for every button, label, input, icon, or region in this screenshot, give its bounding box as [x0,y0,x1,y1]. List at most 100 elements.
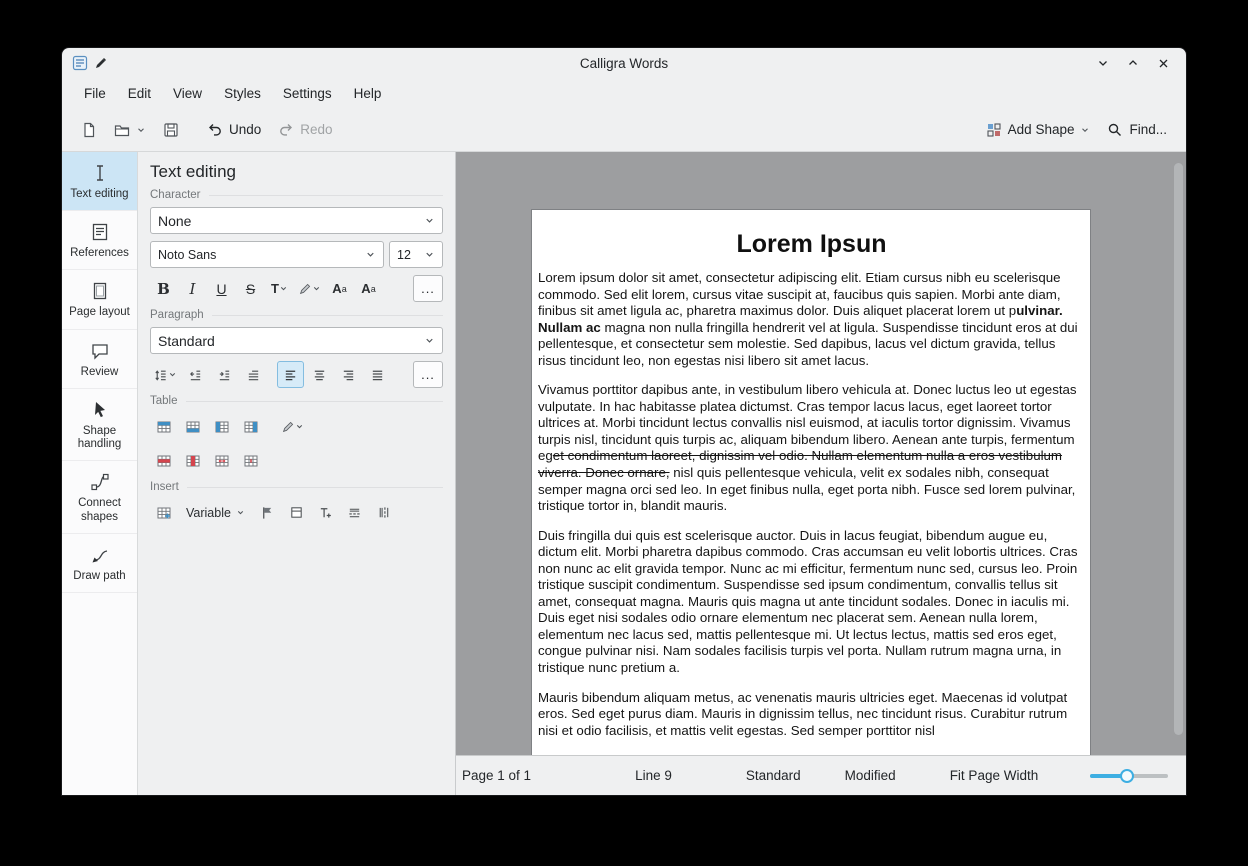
new-document-button[interactable] [74,115,104,145]
chevron-down-icon [424,215,435,226]
close-button[interactable] [1150,52,1176,74]
font-family-dropdown[interactable]: Noto Sans [150,241,384,268]
document-paragraph[interactable]: Vivamus porttitor dapibus ante, in vesti… [538,382,1085,514]
delete-column-button[interactable] [179,447,206,474]
bold-button[interactable]: B [150,275,177,302]
insert-column-right-button[interactable] [237,413,264,440]
merge-cells-button[interactable] [208,447,235,474]
find-label: Find... [1129,122,1167,137]
tab-label: Review [81,366,119,379]
title-bar[interactable]: Calligra Words [62,48,1186,78]
align-left-icon [283,367,298,382]
superscript-button[interactable]: Aa [326,275,353,302]
indent-increase-button[interactable] [211,361,238,388]
line-spacing-icon [153,367,168,382]
align-center-button[interactable] [306,361,333,388]
font-size-value: 12 [397,248,411,262]
tab-connect-shapes[interactable]: Connect shapes [62,461,137,533]
italic-button[interactable]: I [179,275,206,302]
menu-styles[interactable]: Styles [214,83,271,104]
document-canvas[interactable]: Lorem Ipsun Lorem ipsum dolor sit amet, … [456,152,1186,755]
delete-row-button[interactable] [150,447,177,474]
paragraph-style-dropdown[interactable]: Standard [150,327,443,354]
page-break-button[interactable] [341,499,368,526]
menu-edit[interactable]: Edit [118,83,161,104]
zoom-slider[interactable] [1090,767,1168,785]
paragraph-style-value: Standard [158,333,215,349]
tab-text-editing[interactable]: Text editing [62,152,137,211]
font-size-dropdown[interactable]: 12 [389,241,443,268]
insert-table-button[interactable] [150,499,177,526]
document-paragraph[interactable]: Mauris bibendum aliquam metus, ac venena… [538,690,1085,740]
change-case-button[interactable]: T [266,275,293,302]
delete-row-icon [156,453,172,469]
document-page[interactable]: Lorem Ipsun Lorem ipsum dolor sit amet, … [532,210,1090,755]
document-title[interactable]: Lorem Ipsun [538,230,1085,259]
insert-column-left-icon [214,419,230,435]
align-justify-button[interactable] [364,361,391,388]
underline-button[interactable]: U [208,275,235,302]
column-break-icon [376,505,391,520]
tab-label: Text editing [70,188,128,201]
main-toolbar: Undo Redo Add Shape Find.. [62,108,1186,152]
first-line-indent-button[interactable] [240,361,267,388]
more-paragraph-options-button[interactable]: ... [413,361,443,388]
align-left-button[interactable] [277,361,304,388]
menu-file[interactable]: File [74,83,116,104]
status-bar: Page 1 of 1 Line 9 Standard Modified Fit… [456,755,1186,795]
superscript-letter: A [332,281,341,296]
character-style-value: None [158,213,191,229]
maximize-button[interactable] [1120,52,1146,74]
menu-view[interactable]: View [163,83,212,104]
change-case-glyph: T [271,281,279,296]
align-right-button[interactable] [335,361,362,388]
character-style-dropdown[interactable]: None [150,207,443,234]
scrollbar-thumb[interactable] [1174,163,1183,735]
indent-decrease-button[interactable] [182,361,209,388]
footnote-button[interactable] [312,499,339,526]
undo-button[interactable]: Undo [200,115,268,145]
more-character-options-button[interactable]: ... [413,275,443,302]
tab-page-layout[interactable]: Page layout [62,270,137,329]
document-area: Lorem Ipsun Lorem ipsum dolor sit amet, … [456,152,1186,795]
strikethrough-button[interactable]: S [237,275,264,302]
find-button[interactable]: Find... [1100,115,1174,145]
save-button[interactable] [156,115,186,145]
superscript-mark: a [342,284,347,294]
tab-shape-handling[interactable]: Shape handling [62,389,137,461]
table-border-pen-button[interactable] [278,413,307,440]
font-color-button[interactable] [295,275,324,302]
line-spacing-button[interactable] [150,361,180,388]
menu-help[interactable]: Help [344,83,392,104]
vertical-scrollbar[interactable] [1174,163,1183,747]
variable-dropdown[interactable]: Variable [179,499,252,526]
insert-row-below-button[interactable] [179,413,206,440]
minimize-button[interactable] [1090,52,1116,74]
page-indicator: Page 1 of 1 [462,768,531,783]
document-paragraph[interactable]: Lorem ipsum dolor sit amet, consectetur … [538,270,1085,369]
flag-icon [260,505,275,520]
add-shape-button[interactable]: Add Shape [979,115,1098,145]
section-button[interactable] [283,499,310,526]
pin-icon[interactable] [94,56,108,70]
redo-button[interactable]: Redo [271,115,339,145]
split-cells-button[interactable] [237,447,264,474]
zoom-slider-thumb[interactable] [1120,769,1134,783]
column-break-button[interactable] [370,499,397,526]
strikethrough-glyph: S [246,281,255,297]
tab-draw-path[interactable]: Draw path [62,534,137,593]
tab-review[interactable]: Review [62,330,137,389]
menu-bar: File Edit View Styles Settings Help [62,78,1186,108]
zoom-mode-button[interactable]: Fit Page Width [950,768,1039,783]
search-icon [1107,122,1123,138]
open-document-button[interactable] [107,115,153,145]
insert-column-left-button[interactable] [208,413,235,440]
insert-row-above-button[interactable] [150,413,177,440]
subscript-button[interactable]: Aa [355,275,382,302]
tab-references[interactable]: References [62,211,137,270]
document-body[interactable]: Lorem ipsum dolor sit amet, consectetur … [538,270,1085,739]
chevron-down-icon[interactable] [136,125,146,135]
menu-settings[interactable]: Settings [273,83,342,104]
document-paragraph[interactable]: Duis fringilla dui quis est scelerisque … [538,528,1085,677]
bookmark-button[interactable] [254,499,281,526]
